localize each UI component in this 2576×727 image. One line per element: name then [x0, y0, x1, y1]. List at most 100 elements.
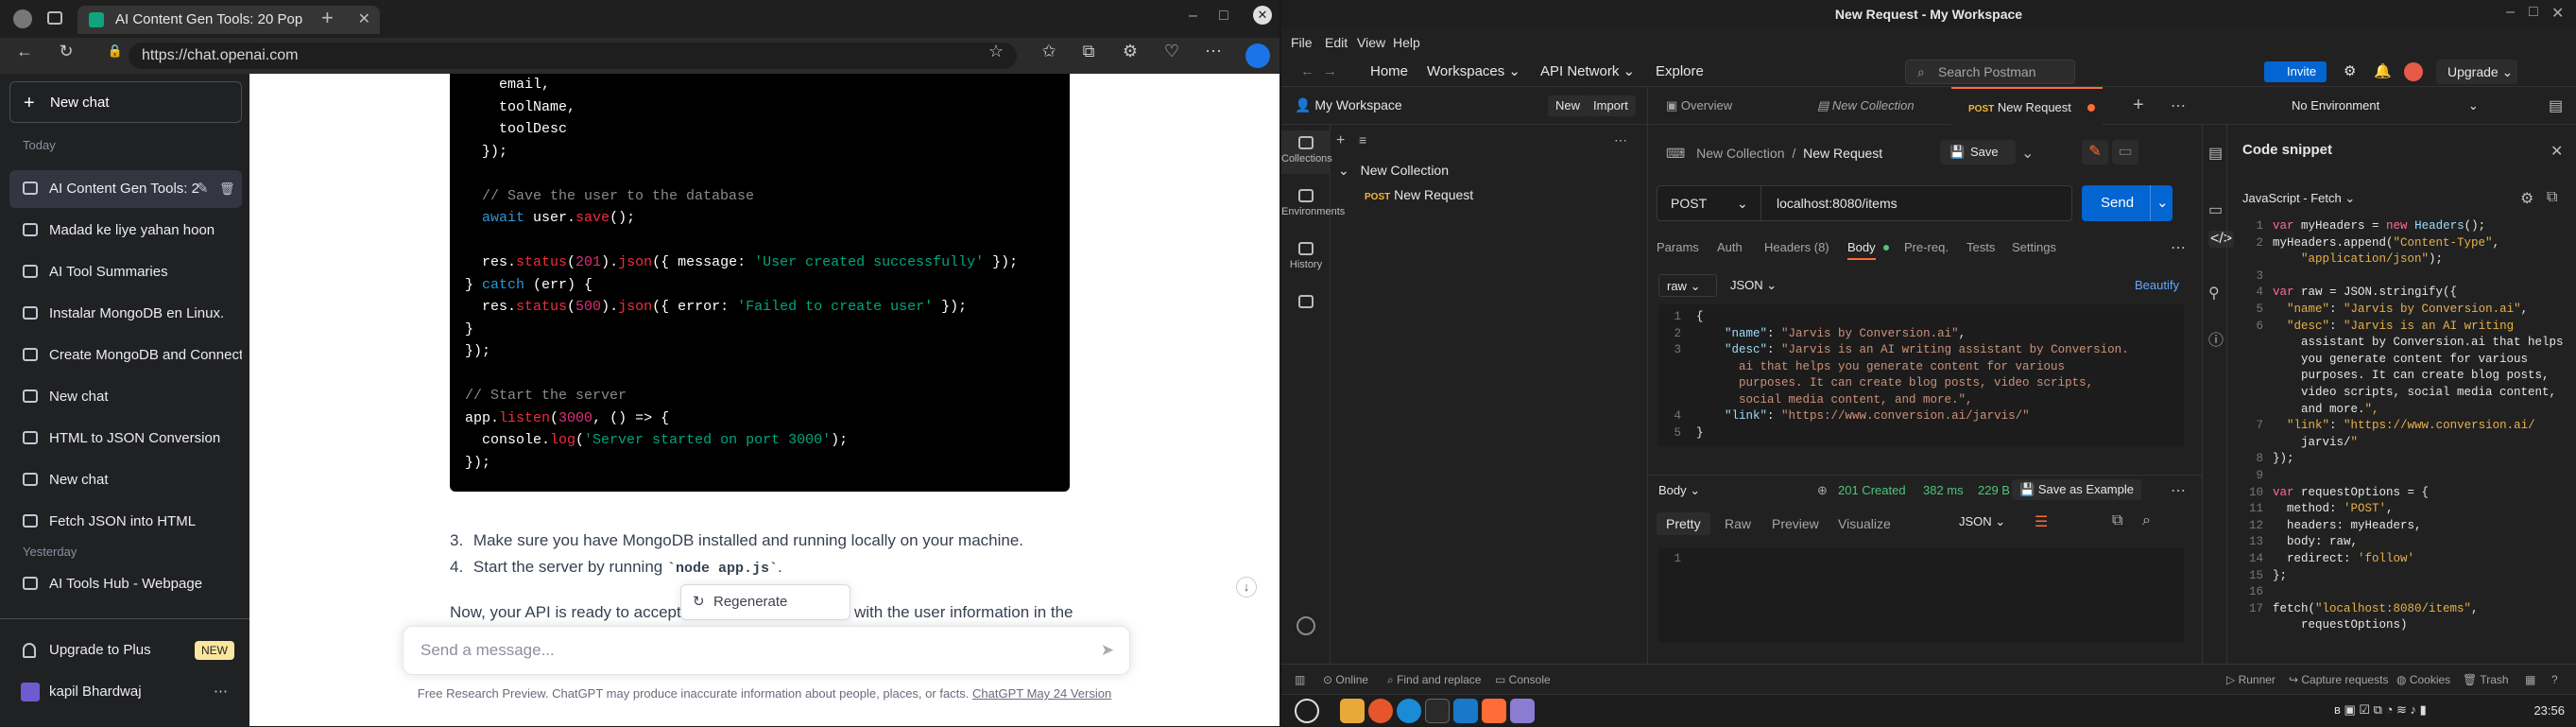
chat-item[interactable]: Instalar MongoDB en Linux. [9, 295, 242, 333]
regenerate-response-button[interactable]: ↻ Regenerate response [680, 584, 850, 644]
chat-item[interactable]: AI Tool Summaries [9, 253, 242, 291]
toggle-sidebar-icon[interactable]: ▥ [1295, 665, 1305, 695]
beautify-button[interactable]: Beautify [2135, 278, 2179, 292]
notifications-icon[interactable]: 🔔 [2374, 57, 2392, 87]
chat-item[interactable]: Fetch JSON into HTML [9, 503, 242, 541]
rail-collections[interactable]: Collections [1281, 130, 1332, 174]
response-tab[interactable]: Raw [1715, 512, 1760, 535]
message-input[interactable]: Send a message... ➤ [403, 626, 1130, 675]
new-tab-icon[interactable]: + [321, 6, 334, 30]
response-more-icon[interactable]: ⋯ [2171, 481, 2186, 500]
tab-actions-icon[interactable] [47, 11, 62, 25]
chat-item[interactable]: Madad ke liye yahan hoon [9, 212, 242, 250]
chat-item[interactable]: HTML to JSON Conversion [9, 420, 242, 458]
workspace-name[interactable]: 👤 My Workspace [1295, 97, 1402, 113]
nav-explore[interactable]: Explore [1656, 57, 1704, 87]
maximize-icon[interactable]: □ [1219, 8, 1228, 25]
upgrade-to-plus-button[interactable]: Upgrade to Plus NEW [9, 632, 242, 669]
tree-more-icon[interactable]: ⋯ [1614, 132, 1627, 148]
chat-item[interactable]: AI Content Gen Tools: 2 ✎ 🗑 [9, 170, 242, 208]
pm-maximize-icon[interactable]: □ [2529, 4, 2538, 21]
bootcamp-icon[interactable] [1297, 616, 1315, 635]
back-icon[interactable]: ← [13, 42, 36, 61]
profile-icon[interactable] [13, 9, 32, 28]
extensions-icon[interactable]: ⚙ [1119, 42, 1142, 61]
tab-new-collection[interactable]: ▤ New Collection [1800, 87, 1951, 125]
response-time[interactable]: 382 ms [1923, 483, 1964, 497]
snippet-language-select[interactable]: JavaScript - Fetch ⌄ [2242, 191, 2355, 206]
favorite-star-icon[interactable]: ☆ [985, 42, 1007, 61]
nav-back-icon[interactable]: ← [1300, 57, 1314, 87]
comments-icon[interactable]: ▭ [2208, 200, 2223, 219]
import-button[interactable]: Import [1586, 95, 1636, 116]
upgrade-button[interactable]: Upgrade ⌄ [2436, 60, 2517, 84]
send-chevron-icon[interactable]: ⌄ [2150, 185, 2169, 221]
browser-essentials-icon[interactable]: ♡ [1160, 42, 1183, 61]
rail-environments[interactable]: Environments [1281, 183, 1345, 227]
chat-item[interactable]: New chat [9, 461, 242, 499]
body-editor[interactable]: 1{2 "name": "Jarvis by Conversion.ai", 3 … [1658, 304, 2184, 446]
tabs-more-icon[interactable]: ⋯ [2171, 96, 2186, 115]
add-collection-icon[interactable]: + [1336, 132, 1345, 149]
related-collections-icon[interactable]: ⚲ [2208, 284, 2220, 303]
postman-icon[interactable] [1482, 699, 1506, 723]
chat-item[interactable]: New chat [9, 378, 242, 416]
response-tab[interactable]: Pretty [1657, 512, 1710, 535]
vscode-icon[interactable] [1453, 699, 1478, 723]
rail-flows[interactable] [1281, 295, 1331, 312]
breadcrumb-collection[interactable]: New Collection [1696, 146, 1784, 161]
response-body-select[interactable]: Body ⌄ [1658, 483, 1700, 498]
user-more-icon[interactable]: ⋯ [214, 673, 228, 711]
send-icon[interactable]: ➤ [1101, 627, 1114, 674]
collections-icon[interactable]: ⧉ [1077, 42, 1100, 61]
close-window-icon[interactable]: ✕ [1253, 6, 1272, 25]
close-tab-icon[interactable]: ✕ [358, 6, 370, 34]
url-input[interactable]: localhost:8080/items [1777, 186, 1898, 220]
copy-icon[interactable]: ⧉ [2112, 512, 2122, 529]
menu-edit[interactable]: Edit [1325, 28, 1348, 57]
console[interactable]: ▭ Console [1495, 665, 1551, 695]
save-chevron-icon[interactable]: ⌄ [2021, 144, 2034, 163]
environment-select[interactable]: No Environment ⌄ [2292, 98, 2479, 113]
req-tab[interactable]: Pre-req. [1904, 240, 1949, 254]
minimize-icon[interactable]: – [1189, 8, 1197, 25]
environment-quick-look-icon[interactable]: ▤ [2549, 96, 2563, 115]
user-menu[interactable]: kapil Bhardwaj ⋯ [9, 673, 242, 711]
response-tab[interactable]: Preview [1762, 512, 1829, 535]
nav-forward-icon[interactable]: → [1323, 57, 1337, 87]
search-input[interactable]: ⌕ Search Postman [1905, 60, 2075, 84]
body-language-select[interactable]: JSON ⌄ [1730, 278, 1777, 293]
clock[interactable]: 23:56 [2533, 695, 2565, 727]
pm-close-icon[interactable]: ✕ [2551, 4, 2564, 23]
req-more-icon[interactable]: ⋯ [2171, 238, 2186, 257]
scroll-down-icon[interactable]: ↓ [1236, 577, 1257, 597]
wrap-lines-icon[interactable]: ☰ [2035, 512, 2048, 531]
refresh-icon[interactable]: ↻ [55, 42, 77, 61]
documentation-icon[interactable]: ▤ [2208, 144, 2223, 163]
brave-icon[interactable] [1368, 699, 1393, 723]
response-status[interactable]: 201 Created [1838, 483, 1906, 497]
app-icon[interactable] [1510, 699, 1535, 723]
save-button[interactable]: 💾 Save [1940, 140, 2016, 164]
req-tab[interactable]: Params [1657, 240, 1699, 254]
req-tab[interactable]: Settings [2012, 240, 2056, 254]
layout-icon[interactable]: ▦ [2525, 665, 2535, 695]
address-bar[interactable]: https://chat.openai.com [129, 43, 1017, 69]
chat-item[interactable]: AI Tools Hub - Webpage [9, 565, 242, 603]
new-button[interactable]: New [1548, 95, 1589, 116]
online-status[interactable]: ⊙ Online [1323, 665, 1368, 695]
req-tab[interactable]: Headers (8) [1764, 240, 1829, 254]
files-icon[interactable] [1340, 699, 1365, 723]
bing-copilot-icon[interactable] [1245, 43, 1270, 68]
cookies[interactable]: ◍ Cookies [2396, 665, 2450, 695]
send-button[interactable]: Send ⌄ [2082, 185, 2172, 221]
chat-item[interactable]: Create MongoDB and Connect [9, 337, 242, 374]
favorites-icon[interactable]: ✩ [1038, 42, 1060, 61]
method-select[interactable]: POST ⌄ [1657, 186, 1761, 220]
menu-view[interactable]: View [1357, 28, 1385, 57]
tab-overview[interactable]: ▣ Overview [1649, 87, 1800, 125]
edit-chat-icon[interactable]: ✎ [197, 170, 209, 208]
nav-home[interactable]: Home [1370, 57, 1408, 87]
req-tab[interactable]: Body [1847, 240, 1876, 260]
rail-history[interactable]: History [1281, 236, 1331, 280]
